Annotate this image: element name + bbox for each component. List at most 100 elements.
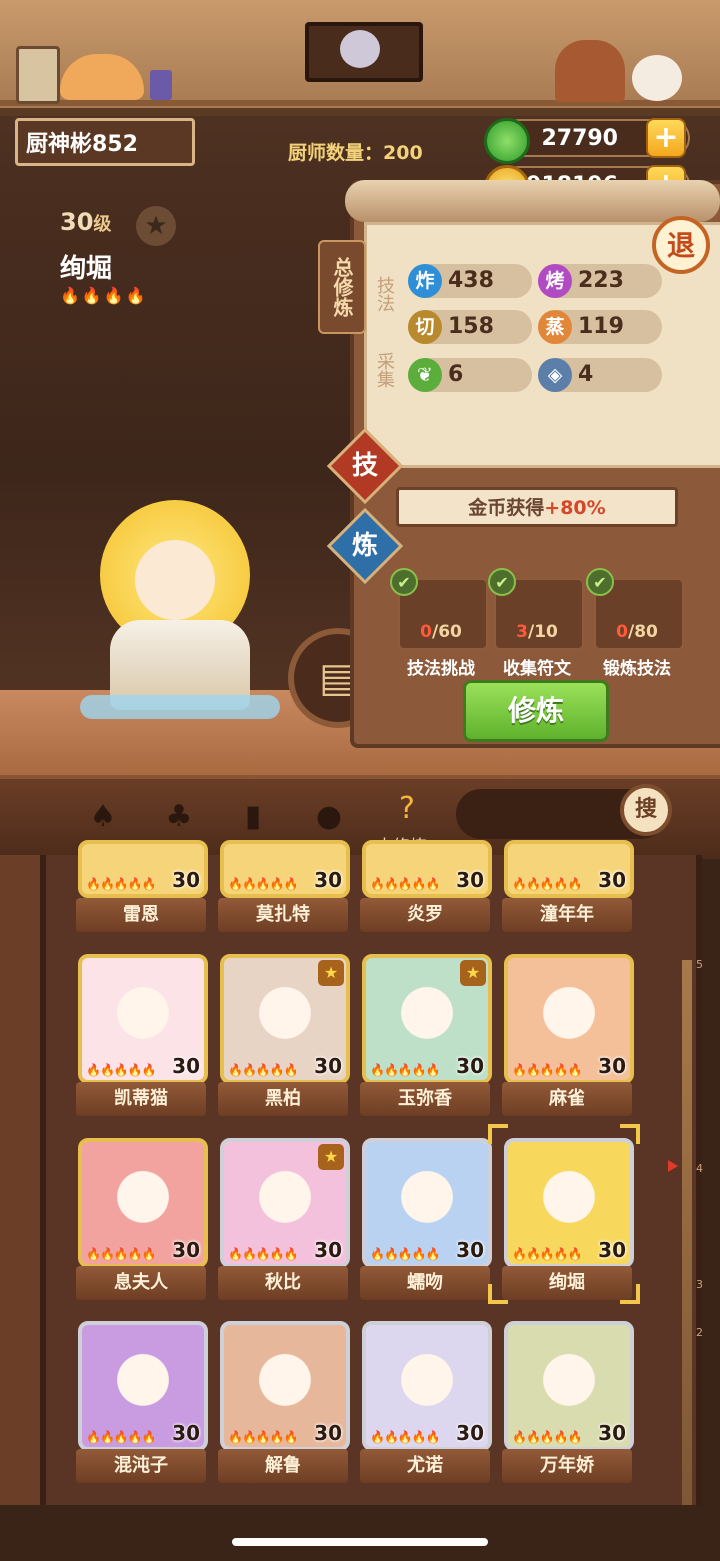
vegetable-icon: ❦: [408, 358, 442, 392]
task-label: 收集符文: [503, 659, 571, 679]
chef-card-name: 麻雀: [502, 1082, 632, 1116]
check-icon: ✔: [488, 568, 516, 596]
selection-corner: [488, 1284, 508, 1304]
chef-card[interactable]: 🔥🔥🔥🔥🔥 30: [78, 1138, 208, 1268]
chef-card-name: 玉弥香: [360, 1082, 490, 1116]
technique-label: 技法: [374, 276, 395, 312]
chef-card-name: 黑柏: [218, 1082, 348, 1116]
bottom-bar: [0, 1505, 720, 1561]
star-icon[interactable]: ★: [136, 206, 176, 246]
card-flames: 🔥🔥🔥🔥🔥: [228, 1430, 299, 1444]
home-indicator[interactable]: [232, 1538, 488, 1546]
card-level: 30: [598, 1421, 626, 1445]
chef-card-partial[interactable]: 🔥🔥🔥🔥🔥 30: [362, 840, 492, 898]
cup-icon: [150, 70, 172, 100]
card-level: 30: [314, 1054, 342, 1078]
selection-corner: [488, 1124, 508, 1144]
card-level: 30: [172, 1238, 200, 1262]
selection-corner: [620, 1284, 640, 1304]
ruler-marker-icon: [668, 1160, 678, 1172]
ruler-tick: 4: [696, 1162, 703, 1175]
chef-level: 30级: [60, 208, 112, 236]
card-level: 30: [598, 1054, 626, 1078]
card-level: 30: [172, 1421, 200, 1445]
card-level: 30: [314, 1238, 342, 1262]
fish-icon: ◈: [538, 358, 572, 392]
card-flames: 🔥🔥🔥🔥🔥: [86, 1063, 157, 1077]
chef-card[interactable]: 🔥🔥🔥🔥🔥 30: [78, 1321, 208, 1451]
card-level: 30: [598, 1238, 626, 1262]
jar-tab-icon[interactable]: ▮: [228, 792, 278, 842]
chef-count: 厨师数量：200: [288, 142, 423, 164]
total-training-tag: 总修炼: [318, 240, 366, 334]
task-progress: 0/80: [616, 622, 658, 642]
chef-card-name: 凯蒂猫: [76, 1082, 206, 1116]
card-level: 30: [456, 1054, 484, 1078]
chef-character-sprite[interactable]: [80, 470, 280, 730]
steam-icon: 蒸: [538, 310, 572, 344]
task-progress: 3/10: [516, 622, 558, 642]
chef-card[interactable]: 🔥🔥🔥🔥🔥 30: [78, 954, 208, 1084]
chef-card-name: 息夫人: [76, 1266, 206, 1300]
chef-card-name: 尤诺: [360, 1449, 490, 1483]
exit-button[interactable]: 退: [652, 216, 710, 274]
chef-card[interactable]: 🔥🔥🔥🔥🔥 30: [504, 954, 634, 1084]
chef-card-name: 雷恩: [76, 898, 206, 932]
ruler-tick: 2: [696, 1326, 703, 1339]
card-flames: 🔥🔥🔥🔥🔥: [370, 1430, 441, 1444]
crown-star-icon: ★: [318, 960, 344, 986]
card-flames: 🔥🔥🔥🔥🔥: [370, 1247, 441, 1261]
card-flames: 🔥🔥🔥🔥🔥: [370, 1063, 441, 1077]
chef-figure-icon: [555, 40, 625, 102]
location-tab-icon[interactable]: ●: [304, 792, 354, 842]
chef-card-name: 万年娇: [502, 1449, 632, 1483]
cut-icon: 切: [408, 310, 442, 344]
knife-tab-icon[interactable]: ♠: [78, 792, 128, 842]
card-flames: 🔥🔥🔥🔥🔥: [86, 1430, 157, 1444]
player-name[interactable]: 厨神彬852: [15, 118, 195, 166]
task-label: 锻炼技法: [603, 659, 671, 679]
chef-card-name: 蠕吻: [360, 1266, 490, 1300]
white-cat-icon: [632, 55, 682, 101]
chef-card[interactable]: 🔥🔥🔥🔥🔥 30: [362, 1321, 492, 1451]
chef-card-name: 混沌子: [76, 1449, 206, 1483]
chef-card-partial[interactable]: 🔥🔥🔥🔥🔥 30: [78, 840, 208, 898]
chef-card[interactable]: 🔥🔥🔥🔥🔥 30: [220, 1321, 350, 1451]
left-rail: [0, 855, 40, 1505]
selection-corner: [620, 1124, 640, 1144]
shovel-tab-icon[interactable]: ♣: [154, 792, 204, 842]
gather-label: 采集: [374, 352, 395, 388]
chef-card-partial[interactable]: 🔥🔥🔥🔥🔥 30: [504, 840, 634, 898]
chef-card[interactable]: ★ 🔥🔥🔥🔥🔥 30: [362, 954, 492, 1084]
check-icon: ✔: [586, 568, 614, 596]
chef-card-name: 秋比: [218, 1266, 348, 1300]
chef-card-partial[interactable]: 🔥🔥🔥🔥🔥 30: [220, 840, 350, 898]
chef-flames: 🔥🔥🔥🔥: [60, 286, 148, 305]
train-button[interactable]: 修炼: [463, 680, 609, 742]
chef-name: 绚堀: [60, 254, 113, 284]
jade-icon: [484, 118, 530, 164]
search-icon[interactable]: 搜: [620, 784, 672, 836]
chef-card-name: 绚堀: [502, 1266, 632, 1300]
chef-card[interactable]: 🔥🔥🔥🔥🔥 30: [362, 1138, 492, 1268]
card-flames: 🔥🔥🔥🔥🔥: [228, 1063, 299, 1077]
chef-card[interactable]: 🔥🔥🔥🔥🔥 30: [504, 1138, 634, 1268]
task-label: 技法挑战: [407, 659, 475, 679]
chef-card[interactable]: ★ 🔥🔥🔥🔥🔥 30: [220, 954, 350, 1084]
card-flames: 🔥🔥🔥🔥🔥: [512, 1063, 583, 1077]
chef-card[interactable]: ★ 🔥🔥🔥🔥🔥 30: [220, 1138, 350, 1268]
ruler-tick: 5: [696, 958, 703, 971]
chef-card-name: 潼年年: [502, 898, 632, 932]
add-jade-button[interactable]: +: [646, 118, 686, 158]
ruler-tick: 3: [696, 1278, 703, 1291]
crown-star-icon: ★: [318, 1144, 344, 1170]
card-flames: 🔥🔥🔥🔥🔥: [228, 1247, 299, 1261]
card-level: 30: [456, 1238, 484, 1262]
shelf-jar-icon: [16, 46, 60, 104]
chef-card-name: 莫扎特: [218, 898, 348, 932]
chef-card[interactable]: 🔥🔥🔥🔥🔥 30: [504, 1321, 634, 1451]
scroll-ruler[interactable]: [682, 960, 692, 1520]
untrained-tab-icon[interactable]: ?: [382, 784, 432, 834]
coin-bonus-bar: 金币获得+80%: [396, 487, 678, 527]
card-flames: 🔥🔥🔥🔥🔥: [512, 1247, 583, 1261]
